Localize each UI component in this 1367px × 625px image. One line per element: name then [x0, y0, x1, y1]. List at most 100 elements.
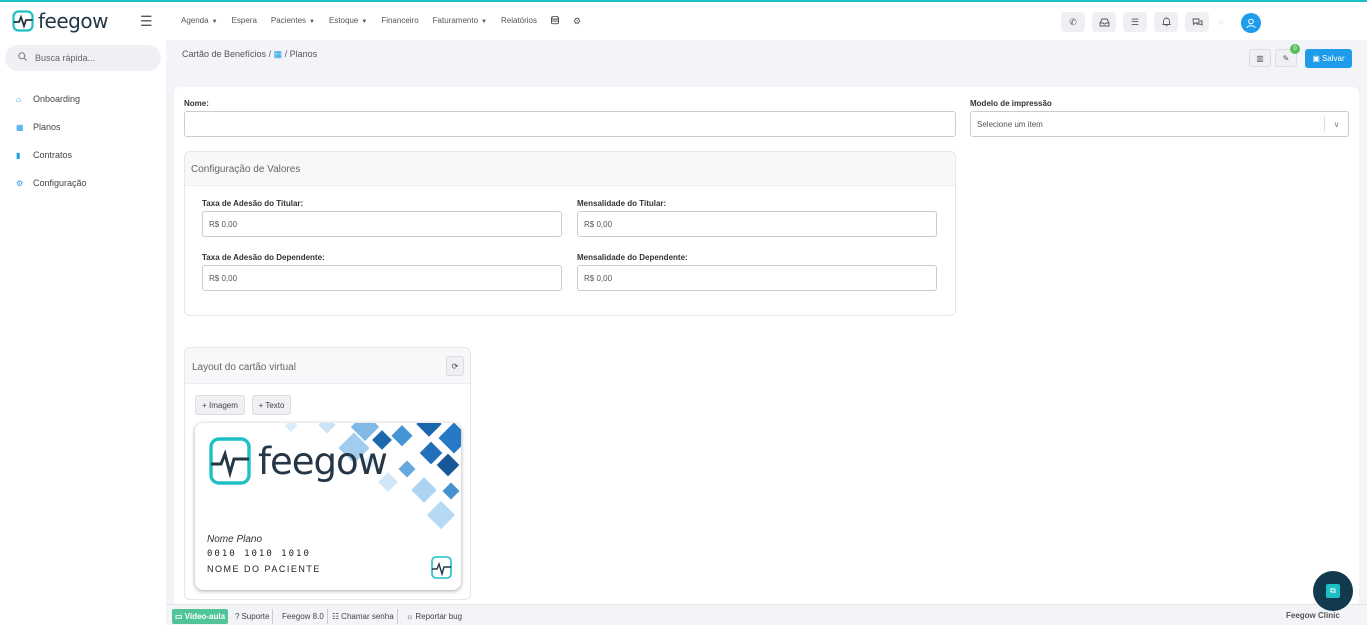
main-nav: Agenda ▼ Espera Pacientes ▼ Estoque ▼ Finan…	[181, 15, 595, 27]
attachment-count-badge: 0	[1290, 44, 1300, 54]
search-icon	[18, 52, 27, 64]
caret-down-icon: ▼	[361, 19, 368, 25]
bell-icon[interactable]	[1154, 12, 1178, 32]
refresh-button[interactable]: ⟳	[446, 356, 464, 376]
feegow-logo-icon	[12, 10, 34, 32]
nav-relatorios[interactable]: Relatórios	[501, 16, 537, 27]
call-ticket-label: Chamar senha	[341, 612, 394, 621]
gear-icon[interactable]: ⚙	[573, 16, 581, 27]
card-logo-text: feegow	[258, 440, 388, 483]
sidebar-item-label: Onboarding	[33, 94, 81, 104]
sidebar-item-configuracao[interactable]: ⚙ Configuração	[16, 178, 87, 188]
nav-faturamento-label: Faturamento	[432, 16, 479, 25]
titular-monthly-input[interactable]: R$ 0,00	[577, 211, 937, 237]
nav-espera[interactable]: Espera	[232, 16, 257, 27]
sidebar-item-onboarding[interactable]: ⌂ Onboarding	[16, 94, 80, 104]
print-model-label: Modelo de impressão	[970, 99, 1052, 108]
dependent-monthly-input[interactable]: R$ 0,00	[577, 265, 937, 291]
nav-financeiro[interactable]: Financeiro	[381, 16, 418, 27]
sidebar: Busca rápida... ⌂ Onboarding ▦ Planos ▮ …	[0, 40, 166, 625]
add-text-button[interactable]: + Texto	[252, 395, 291, 415]
name-field[interactable]	[184, 111, 956, 137]
list-icon[interactable]: ☰	[1123, 12, 1147, 32]
save-button-label: Salvar	[1321, 54, 1345, 63]
print-model-select[interactable]: Selecione um item ∨	[970, 111, 1349, 137]
add-image-button[interactable]: + Imagem	[195, 395, 245, 415]
version-label: Feegow 8.0	[279, 609, 328, 624]
card-number: 0010 1010 1010	[207, 549, 311, 559]
caret-down-icon: ▼	[481, 19, 487, 25]
titular-fee-input[interactable]: R$ 0,00	[202, 211, 562, 237]
support-link[interactable]: ? Suporte	[232, 609, 274, 624]
nav-faturamento[interactable]: Faturamento ▼	[433, 16, 487, 27]
nav-agenda[interactable]: Agenda ▼	[181, 16, 218, 27]
footer-brand: Feegow Clinic	[1286, 611, 1340, 620]
quick-search-input[interactable]: Busca rápida...	[5, 45, 161, 71]
menu-toggle-icon[interactable]: ☰	[140, 13, 153, 30]
breadcrumb: Cartão de Benefícios / ▦ / Planos	[182, 49, 317, 60]
top-navbar: feegow ☰ Agenda ▼ Espera Pacientes ▼ Estoq…	[0, 2, 1367, 40]
call-ticket-button[interactable]: ☷ Chamar senha	[329, 609, 398, 624]
sidebar-item-contratos[interactable]: ▮ Contratos	[16, 150, 72, 160]
breadcrumb-separator: /	[284, 49, 288, 59]
save-icon: ▣	[1312, 54, 1320, 63]
video-lesson-button[interactable]: ▭ Vídeo-aula	[172, 609, 229, 624]
breadcrumb-root[interactable]: Cartão de Benefícios	[182, 49, 266, 59]
help-icon: ?	[235, 612, 240, 621]
virtual-card-preview: feegow Nome Plano 0010 1010 1010 NOME DO…	[195, 423, 461, 590]
columns-icon: ▥	[1256, 53, 1264, 63]
report-bug-button[interactable]: ☼ Reportar bug	[403, 609, 465, 624]
nav-espera-label: Espera	[231, 16, 257, 25]
sidebar-item-planos[interactable]: ▦ Planos	[16, 122, 61, 132]
content-header: Cartão de Benefícios / ▦ / Planos ▥ ✎ 0 …	[166, 40, 1367, 76]
dependent-fee-input[interactable]: R$ 0,00	[202, 265, 562, 291]
print-model-value: Selecione um item	[977, 119, 1043, 129]
values-config-title: Configuração de Valores	[191, 164, 301, 175]
caret-down-icon: ▼	[211, 19, 218, 25]
card-plan-name: Nome Plano	[207, 534, 263, 545]
nav-financeiro-label: Financeiro	[381, 16, 419, 25]
chat-widget-icon: ⧉	[1326, 584, 1340, 598]
video-lesson-label: Vídeo-aula	[184, 612, 226, 621]
support-label: Suporte	[241, 612, 270, 621]
home-icon: ⌂	[16, 94, 21, 104]
save-button[interactable]: ▣ Salvar	[1305, 49, 1352, 68]
phone-icon[interactable]: ✆	[1061, 12, 1085, 32]
card-layout-header: Layout do cartão virtual	[185, 348, 470, 384]
nav-estoque-label: Estoque	[329, 16, 359, 25]
breadcrumb-current: Planos	[289, 49, 318, 59]
chat-icon[interactable]	[1185, 12, 1209, 32]
titular-monthly-label: Mensalidade do Titular:	[577, 199, 667, 208]
titular-fee-label: Taxa de Adesão do Titular:	[202, 199, 304, 208]
inbox-icon[interactable]	[1092, 12, 1116, 32]
nav-relatorios-label: Relatórios	[500, 16, 537, 25]
brand-name: feegow	[38, 9, 108, 33]
quick-search-placeholder: Busca rápida...	[35, 53, 96, 63]
user-avatar[interactable]	[1241, 13, 1261, 33]
status-dot-icon: ○	[1218, 17, 1224, 27]
refresh-icon: ⟳	[451, 361, 459, 371]
caret-down-icon: ▼	[309, 19, 315, 25]
top-right-icons: ✆ ☰ ○	[1061, 12, 1236, 32]
dependent-monthly-label: Mensalidade do Dependente:	[577, 253, 688, 262]
paperclip-icon: ✎	[1282, 53, 1290, 63]
sidebar-item-label: Configuração	[33, 178, 87, 188]
user-icon	[1246, 18, 1256, 28]
chevron-down-icon: ∨	[1324, 116, 1348, 132]
name-label: Nome:	[184, 99, 209, 108]
nav-pacientes-label: Pacientes	[270, 16, 307, 25]
values-config-header: Configuração de Valores	[185, 152, 955, 186]
nav-estoque[interactable]: Estoque ▼	[329, 16, 367, 27]
brand-logo[interactable]: feegow	[12, 9, 108, 33]
nav-pacientes[interactable]: Pacientes ▼	[271, 16, 315, 27]
report-bug-label: Reportar bug	[415, 612, 463, 621]
video-icon: ▭	[175, 612, 183, 621]
users-icon: ☷	[332, 612, 340, 621]
dependent-fee-label: Taxa de Adesão do Dependente:	[202, 253, 325, 262]
columns-button[interactable]: ▥	[1249, 49, 1271, 67]
card-layout-title: Layout do cartão virtual	[192, 362, 296, 373]
database-icon[interactable]	[551, 15, 559, 27]
table-icon: ▦	[273, 49, 283, 59]
sidebar-item-label: Planos	[33, 122, 61, 132]
help-chat-button[interactable]: ⧉	[1313, 571, 1353, 611]
